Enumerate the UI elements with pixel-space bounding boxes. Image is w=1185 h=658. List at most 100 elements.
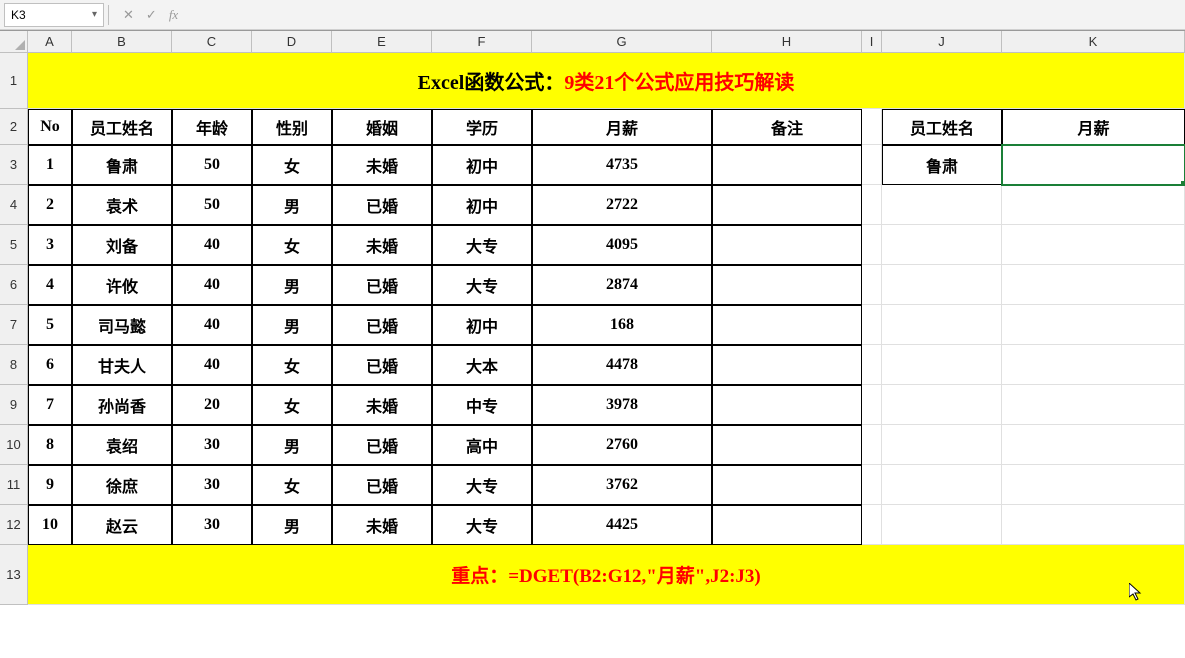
cell-marriage[interactable]: 未婚 [332, 385, 432, 425]
cell-K4[interactable] [1002, 185, 1185, 225]
row-header-4[interactable]: 4 [0, 185, 28, 225]
header-lookup-salary[interactable]: 月薪 [1002, 109, 1185, 145]
header-no[interactable]: No [28, 109, 72, 145]
col-header-C[interactable]: C [172, 31, 252, 53]
cell-I2[interactable] [862, 109, 882, 145]
col-header-B[interactable]: B [72, 31, 172, 53]
cancel-icon[interactable]: ✕ [123, 7, 134, 23]
row-header-10[interactable]: 10 [0, 425, 28, 465]
cell-no[interactable]: 8 [28, 425, 72, 465]
cell-K9[interactable] [1002, 385, 1185, 425]
cell-marriage[interactable]: 已婚 [332, 345, 432, 385]
col-header-G[interactable]: G [532, 31, 712, 53]
cell-education[interactable]: 大本 [432, 345, 532, 385]
cell-name[interactable]: 袁术 [72, 185, 172, 225]
name-box[interactable]: K3 ▾ [4, 3, 104, 27]
cell-remark[interactable] [712, 265, 862, 305]
cell-no[interactable]: 5 [28, 305, 72, 345]
cell-no[interactable]: 9 [28, 465, 72, 505]
cell-J11[interactable] [882, 465, 1002, 505]
cell-gender[interactable]: 男 [252, 185, 332, 225]
cell-education[interactable]: 大专 [432, 465, 532, 505]
cell-name[interactable]: 徐庶 [72, 465, 172, 505]
cell-salary[interactable]: 168 [532, 305, 712, 345]
cell-marriage[interactable]: 已婚 [332, 305, 432, 345]
cell-education[interactable]: 中专 [432, 385, 532, 425]
cell-remark[interactable] [712, 345, 862, 385]
row-header-1[interactable]: 1 [0, 53, 28, 109]
col-header-E[interactable]: E [332, 31, 432, 53]
cell-salary[interactable]: 4478 [532, 345, 712, 385]
cell-marriage[interactable]: 已婚 [332, 465, 432, 505]
cell-J5[interactable] [882, 225, 1002, 265]
cell-marriage[interactable]: 已婚 [332, 265, 432, 305]
cell-age[interactable]: 30 [172, 425, 252, 465]
col-header-I[interactable]: I [862, 31, 882, 53]
header-name[interactable]: 员工姓名 [72, 109, 172, 145]
cell-no[interactable]: 3 [28, 225, 72, 265]
cell-age[interactable]: 40 [172, 225, 252, 265]
cell-age[interactable]: 50 [172, 145, 252, 185]
cell-gender[interactable]: 男 [252, 305, 332, 345]
col-header-F[interactable]: F [432, 31, 532, 53]
cell-remark[interactable] [712, 185, 862, 225]
row-header-13[interactable]: 13 [0, 545, 28, 605]
cell-education[interactable]: 初中 [432, 145, 532, 185]
select-all-corner[interactable] [0, 31, 28, 53]
cell-I6[interactable] [862, 265, 882, 305]
cell-K10[interactable] [1002, 425, 1185, 465]
cell-no[interactable]: 2 [28, 185, 72, 225]
cell-no[interactable]: 6 [28, 345, 72, 385]
row-header-7[interactable]: 7 [0, 305, 28, 345]
cell-age[interactable]: 40 [172, 265, 252, 305]
row-header-9[interactable]: 9 [0, 385, 28, 425]
cell-I5[interactable] [862, 225, 882, 265]
cell-I7[interactable] [862, 305, 882, 345]
row-header-11[interactable]: 11 [0, 465, 28, 505]
cell-J6[interactable] [882, 265, 1002, 305]
cell-K12[interactable] [1002, 505, 1185, 545]
cell-remark[interactable] [712, 225, 862, 265]
header-marriage[interactable]: 婚姻 [332, 109, 432, 145]
cell-no[interactable]: 7 [28, 385, 72, 425]
cell-education[interactable]: 大专 [432, 265, 532, 305]
cell-J3[interactable]: 鲁肃 [882, 145, 1002, 185]
cell-remark[interactable] [712, 145, 862, 185]
cell-I10[interactable] [862, 425, 882, 465]
cell-name[interactable]: 赵云 [72, 505, 172, 545]
cell-K7[interactable] [1002, 305, 1185, 345]
cell-K6[interactable] [1002, 265, 1185, 305]
cell-K5[interactable] [1002, 225, 1185, 265]
cell-J7[interactable] [882, 305, 1002, 345]
cell-name[interactable]: 袁绍 [72, 425, 172, 465]
row-header-3[interactable]: 3 [0, 145, 28, 185]
col-header-A[interactable]: A [28, 31, 72, 53]
cell-salary[interactable]: 3762 [532, 465, 712, 505]
cell-salary[interactable]: 4095 [532, 225, 712, 265]
cell-name[interactable]: 孙尚香 [72, 385, 172, 425]
cell-salary[interactable]: 2874 [532, 265, 712, 305]
cell-gender[interactable]: 女 [252, 225, 332, 265]
chevron-down-icon[interactable]: ▾ [92, 9, 97, 20]
cell-J4[interactable] [882, 185, 1002, 225]
header-age[interactable]: 年龄 [172, 109, 252, 145]
cell-remark[interactable] [712, 305, 862, 345]
cell-age[interactable]: 30 [172, 465, 252, 505]
cell-marriage[interactable]: 未婚 [332, 225, 432, 265]
cell-education[interactable]: 大专 [432, 225, 532, 265]
cell-no[interactable]: 4 [28, 265, 72, 305]
row-header-2[interactable]: 2 [0, 109, 28, 145]
col-header-K[interactable]: K [1002, 31, 1185, 53]
cell-no[interactable]: 1 [28, 145, 72, 185]
row-header-8[interactable]: 8 [0, 345, 28, 385]
header-remark[interactable]: 备注 [712, 109, 862, 145]
cell-K3[interactable] [1002, 145, 1185, 185]
cell-name[interactable]: 司马懿 [72, 305, 172, 345]
row-header-5[interactable]: 5 [0, 225, 28, 265]
row-header-6[interactable]: 6 [0, 265, 28, 305]
cell-name[interactable]: 许攸 [72, 265, 172, 305]
title-cell[interactable]: Excel函数公式： 9类21个公式应用技巧解读 [28, 53, 1185, 109]
cell-marriage[interactable]: 已婚 [332, 185, 432, 225]
cell-age[interactable]: 40 [172, 345, 252, 385]
header-gender[interactable]: 性别 [252, 109, 332, 145]
